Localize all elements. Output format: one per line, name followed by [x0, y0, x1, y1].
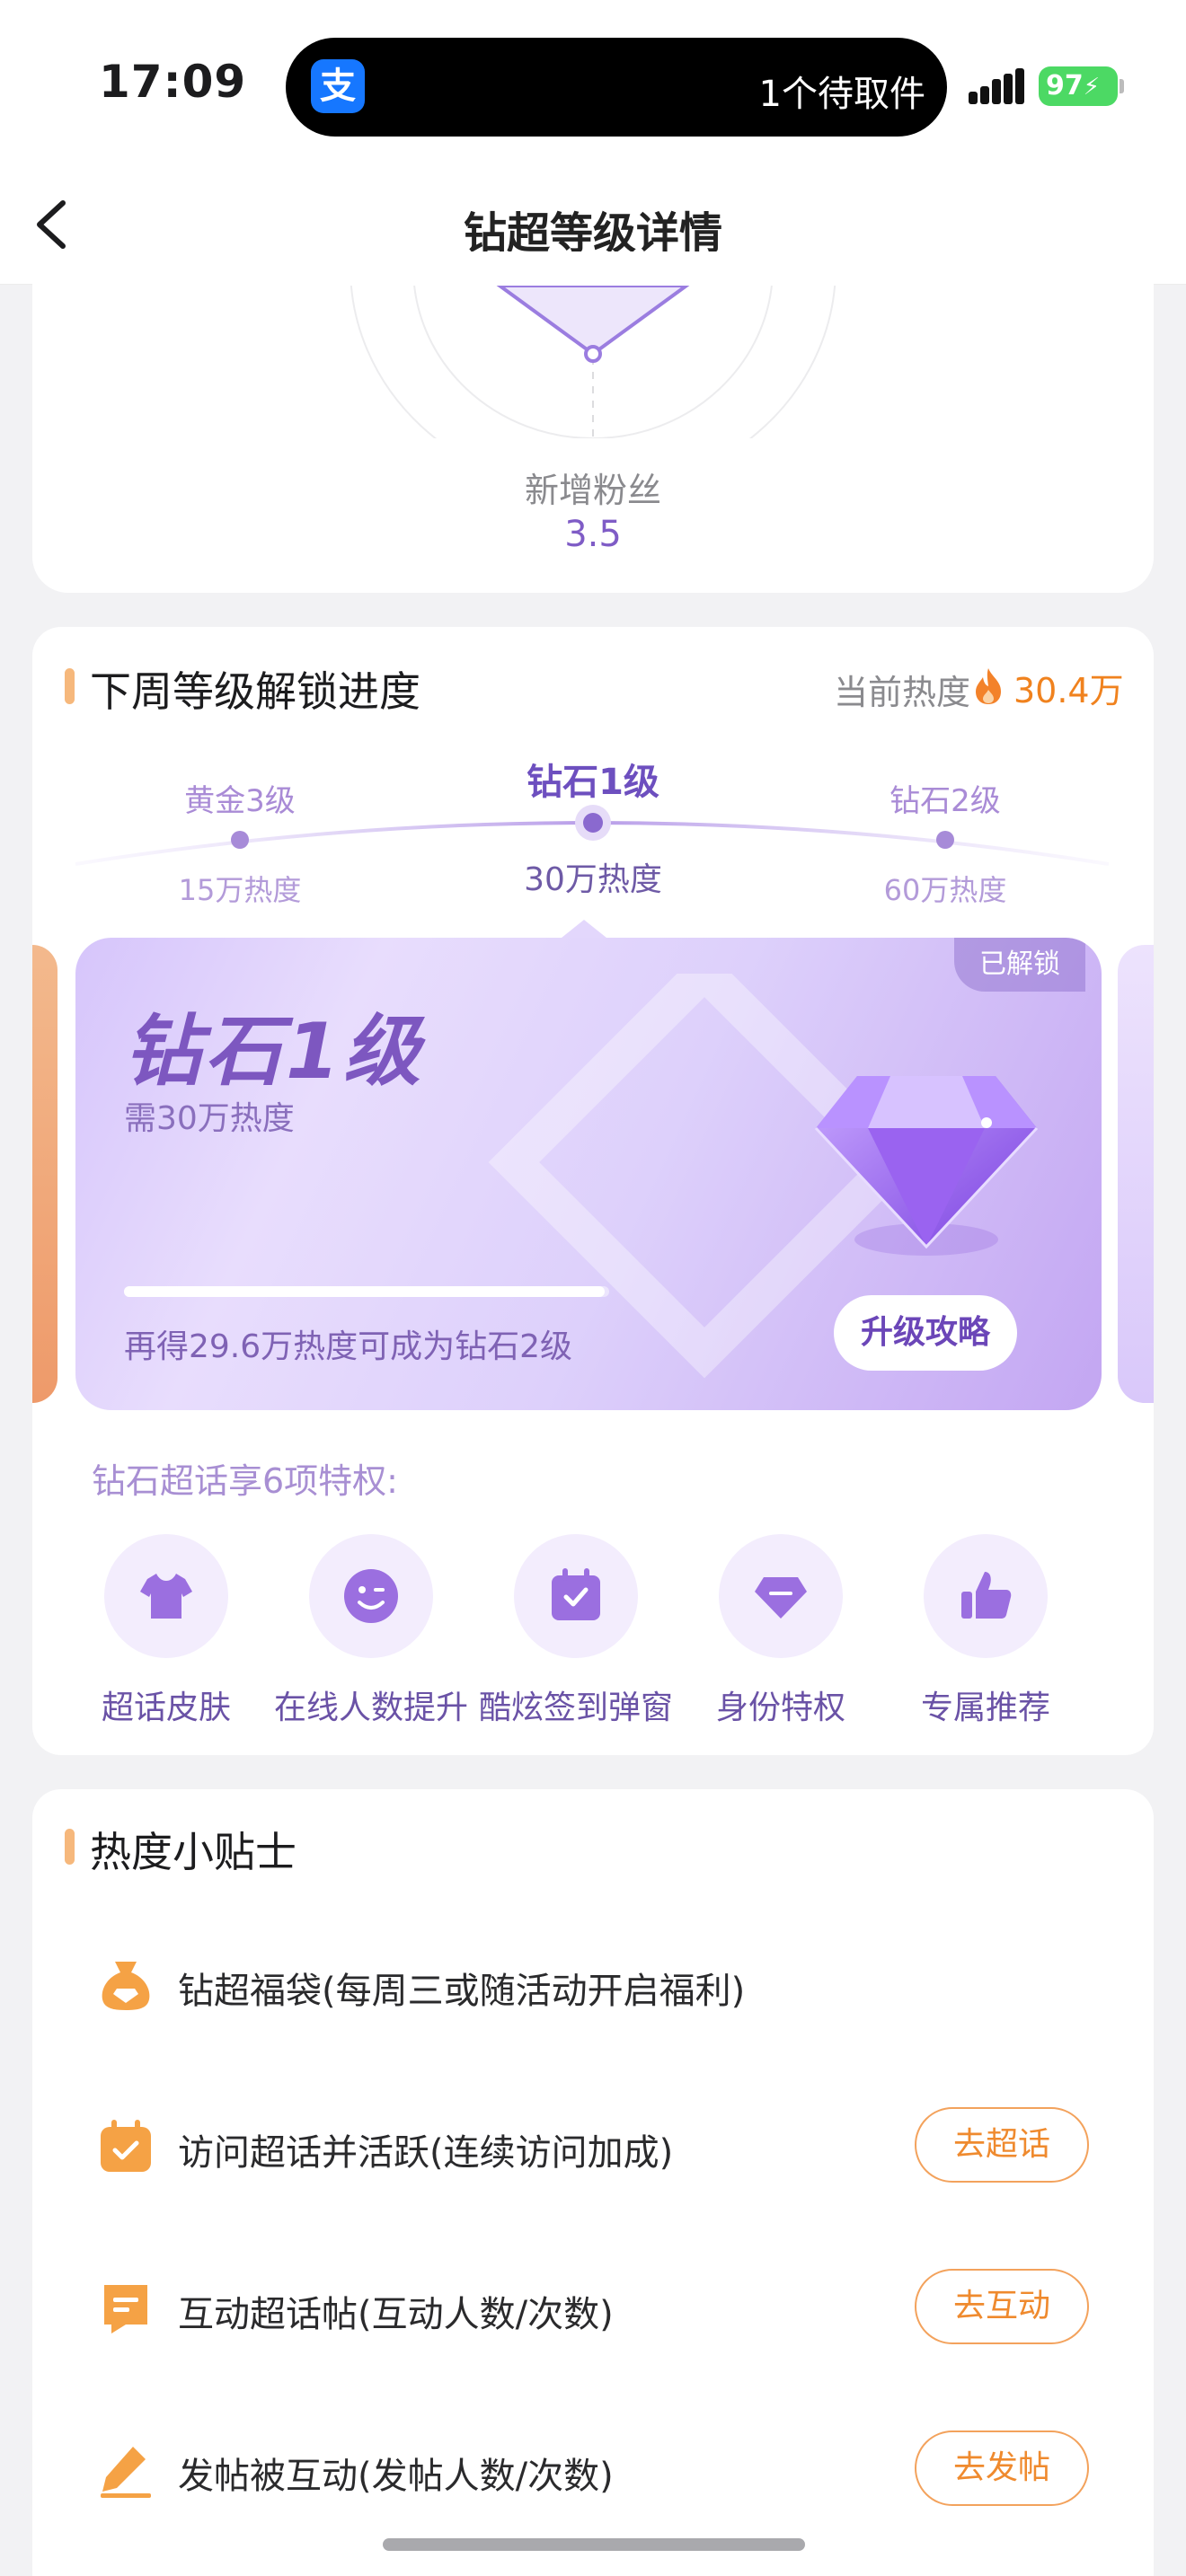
- radar-axis-value: 3.5: [564, 514, 622, 555]
- tips-section-title: 热度小贴士: [90, 1828, 296, 1876]
- pencil-icon: [101, 2447, 151, 2498]
- diamond-gem-icon: [814, 1076, 1039, 1256]
- privilege-icon-circle: [104, 1534, 228, 1658]
- flame-icon: [976, 668, 1001, 704]
- privilege-icon-circle: [309, 1534, 433, 1658]
- timeline-current-requirement: 30万热度: [524, 861, 662, 898]
- level-name: 钻石1级: [124, 1007, 424, 1097]
- privilege-icon-circle: [514, 1534, 638, 1658]
- privilege-icon-circle: [719, 1534, 843, 1658]
- go-interact-button[interactable]: 去互动: [915, 2269, 1089, 2344]
- privilege-label: 超话皮肤: [101, 1689, 231, 1726]
- prev-level-card-peek[interactable]: [32, 945, 58, 1403]
- tip-row-lucky-bag: 钻超福袋(每周三或随活动开启福利): [97, 1942, 1103, 2023]
- battery-icon: 97⚡: [1039, 66, 1118, 106]
- tip-text: 发帖被互动(发帖人数/次数): [178, 2456, 614, 2497]
- section-title: 下周等级解锁进度: [90, 667, 420, 716]
- battery-tip: [1120, 79, 1124, 93]
- privilege-label: 酷炫签到弹窗: [478, 1689, 673, 1726]
- section-accent-bar: [65, 668, 75, 704]
- tip-text: 互动超话帖(互动人数/次数): [178, 2294, 614, 2335]
- privilege-icon-circle: [924, 1534, 1048, 1658]
- level-card[interactable]: 已解锁 钻石1级 需30万热度 再得29.6万热度可成为钻石2级 升级攻略: [75, 938, 1102, 1410]
- unlocked-badge: 已解锁: [954, 938, 1085, 992]
- privilege-skin[interactable]: 超话皮肤: [63, 1534, 270, 1728]
- status-time: 17:09: [99, 56, 247, 108]
- tip-row-interact: 互动超话帖(互动人数/次数) 去互动: [97, 2265, 1103, 2346]
- level-progress-tip: 再得29.6万热度可成为钻石2级: [124, 1328, 573, 1365]
- diamond-badge-icon: [755, 1577, 807, 1619]
- privilege-checkin-popup[interactable]: 酷炫签到弹窗: [473, 1534, 679, 1728]
- privilege-label: 专属推荐: [920, 1689, 1050, 1726]
- timeline-node-right: [936, 831, 954, 849]
- upgrade-guide-button[interactable]: 升级攻略: [834, 1295, 1017, 1371]
- timeline-node-left: [231, 831, 249, 849]
- wink-face-icon: [344, 1569, 398, 1623]
- timeline-right-requirement: 60万热度: [883, 873, 1007, 907]
- privilege-label: 在线人数提升: [273, 1689, 468, 1726]
- calendar-check-icon: [552, 1568, 600, 1620]
- pickup-notification: 1个待取件: [758, 74, 925, 115]
- lucky-bag-icon: [102, 1962, 150, 2010]
- timeline-left-requirement: 15万热度: [178, 873, 302, 907]
- charging-bolt-icon: ⚡: [1083, 74, 1101, 101]
- tip-row-visit: 访问超话并活跃(连续访问加成) 去超话: [97, 2104, 1103, 2184]
- timeline-left-name[interactable]: 黄金3级: [114, 776, 366, 820]
- timeline-right-name[interactable]: 钻石2级: [819, 776, 1071, 820]
- comment-note-icon: [104, 2285, 147, 2333]
- radar-chart: [350, 286, 836, 438]
- go-post-button[interactable]: 去发帖: [915, 2430, 1089, 2506]
- privilege-recommend[interactable]: 专属推荐: [882, 1534, 1089, 1728]
- timeline-current-name[interactable]: 钻石1级: [467, 753, 719, 805]
- tip-text: 访问超话并活跃(连续访问加成): [178, 2132, 674, 2174]
- level-progress-fill: [124, 1286, 605, 1297]
- cellular-signal-icon: [969, 68, 1024, 104]
- thumbs-up-icon: [961, 1572, 1012, 1619]
- home-indicator[interactable]: [383, 2538, 805, 2551]
- privilege-online-boost[interactable]: 在线人数提升: [268, 1534, 474, 1728]
- tshirt-icon: [140, 1574, 192, 1619]
- tip-row-post: 发帖被互动(发帖人数/次数) 去发帖: [97, 2427, 1103, 2508]
- tip-text: 钻超福袋(每周三或随活动开启福利): [178, 1971, 746, 2012]
- battery-level: 97: [1046, 70, 1084, 101]
- alipay-app-icon: 支: [311, 59, 365, 113]
- section-accent-bar: [65, 1829, 75, 1865]
- next-level-card-peek[interactable]: [1118, 945, 1154, 1403]
- level-requirement: 需30万热度: [124, 1100, 295, 1137]
- radar-axis-label: 新增粉丝: [524, 471, 661, 510]
- current-heat-label: 当前热度: [833, 673, 970, 712]
- calendar-check-icon: [101, 2120, 151, 2172]
- privilege-identity[interactable]: 身份特权: [677, 1534, 884, 1728]
- go-chaohua-button[interactable]: 去超话: [915, 2107, 1089, 2183]
- privileges-title: 钻石超话享6项特权:: [92, 1461, 398, 1501]
- timeline-node-current: [583, 813, 603, 833]
- privilege-label: 身份特权: [715, 1689, 845, 1726]
- current-heat-value: 30.4万: [1013, 671, 1124, 710]
